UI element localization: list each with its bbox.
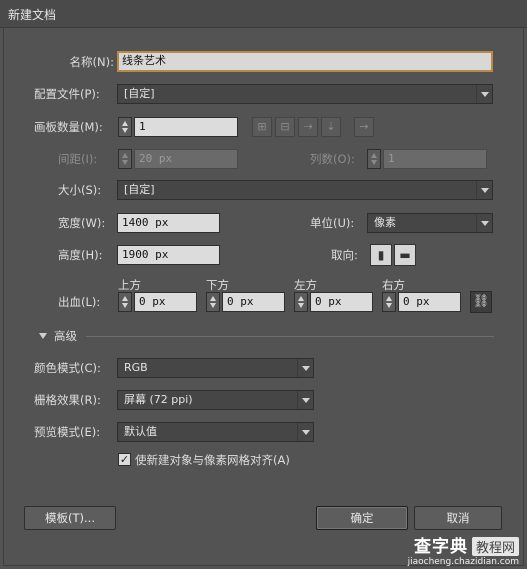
name-input[interactable]: 线条艺术 <box>117 51 493 72</box>
columns-label: 列数(O): <box>310 152 355 166</box>
chevron-down-icon <box>297 359 313 377</box>
chevron-down-icon <box>476 181 492 199</box>
artboards-stepper[interactable] <box>118 117 132 137</box>
width-label: 宽度(W): <box>58 216 106 230</box>
bleed-top-stepper[interactable] <box>118 292 132 312</box>
ok-button[interactable]: 确定 <box>316 506 408 530</box>
color-mode-label: 颜色模式(C): <box>34 361 101 375</box>
watermark-title: 查字典 <box>413 537 468 557</box>
bleed-left-stepper[interactable] <box>294 292 308 312</box>
landscape-orientation-icon[interactable]: ▬ <box>394 244 416 266</box>
raster-effects-value: 屏幕 (72 ppi) <box>124 393 193 406</box>
columns-stepper[interactable] <box>367 149 381 169</box>
arrange-by-column-icon[interactable]: ⇣ <box>321 117 341 137</box>
size-value: [自定] <box>124 183 155 196</box>
preview-mode-value: 默认值 <box>124 425 157 438</box>
bleed-left-input[interactable]: 0 px <box>310 292 373 312</box>
artboards-label: 画板数量(M): <box>34 120 103 134</box>
preview-mode-dropdown[interactable]: 默认值 <box>117 422 314 442</box>
size-label: 大小(S): <box>58 183 102 197</box>
grid-by-row-icon[interactable]: ⊞ <box>252 117 272 137</box>
width-input[interactable]: 1400 px <box>117 213 220 233</box>
chevron-down-icon <box>476 85 492 103</box>
units-label: 单位(U): <box>310 216 355 230</box>
bleed-right-stepper[interactable] <box>382 292 396 312</box>
watermark-url: jiaocheng.chazidian.com <box>407 557 519 567</box>
spacing-stepper[interactable] <box>118 149 132 169</box>
profile-label: 配置文件(P): <box>34 87 100 101</box>
link-bleed-icon[interactable]: ⛓ <box>470 291 492 313</box>
bleed-bottom-input[interactable]: 0 px <box>222 292 285 312</box>
color-mode-dropdown[interactable]: RGB <box>117 358 314 378</box>
height-label: 高度(H): <box>58 248 103 262</box>
preview-mode-label: 预览模式(E): <box>34 425 101 439</box>
color-mode-value: RGB <box>124 361 148 374</box>
bleed-right-input[interactable]: 0 px <box>398 292 461 312</box>
profile-value: [自定] <box>124 87 155 100</box>
raster-effects-label: 栅格效果(R): <box>34 393 101 407</box>
units-dropdown[interactable]: 像素 <box>367 213 493 233</box>
templates-button[interactable]: 模板(T)... <box>24 506 116 530</box>
spacing-label: 间距(I): <box>58 152 98 166</box>
chevron-down-icon <box>297 423 313 441</box>
window-title: 新建文档 <box>8 8 57 22</box>
right-to-left-layout-icon[interactable]: → <box>354 117 374 137</box>
chevron-down-icon <box>297 391 313 409</box>
profile-dropdown[interactable]: [自定] <box>117 84 493 104</box>
height-input[interactable]: 1900 px <box>117 245 220 265</box>
cancel-button[interactable]: 取消 <box>414 506 502 530</box>
arrange-by-row-icon[interactable]: ⇢ <box>298 117 318 137</box>
align-pixel-grid-label[interactable]: 使新建对象与像素网格对齐(A) <box>135 450 290 470</box>
chevron-down-icon <box>476 214 492 232</box>
title-bar[interactable]: 新建文档 <box>0 0 527 28</box>
bleed-top-input[interactable]: 0 px <box>134 292 197 312</box>
watermark-box: 教程网 <box>471 537 519 556</box>
advanced-label[interactable]: 高级 <box>54 326 77 346</box>
spacing-input[interactable]: 20 px <box>134 149 238 169</box>
size-dropdown[interactable]: [自定] <box>117 180 493 200</box>
orientation-label: 取向: <box>331 248 358 262</box>
site-watermark: 查字典 教程网 jiaocheng.chazidian.com <box>408 532 519 567</box>
name-label: 名称(N): <box>69 55 114 69</box>
bleed-bottom-stepper[interactable] <box>206 292 220 312</box>
artboards-input[interactable]: 1 <box>134 117 238 137</box>
advanced-divider <box>86 336 494 337</box>
columns-input[interactable]: 1 <box>383 149 487 169</box>
align-pixel-grid-checkbox[interactable]: ✓ <box>118 453 131 466</box>
portrait-orientation-icon[interactable]: ▮ <box>370 244 392 266</box>
raster-effects-dropdown[interactable]: 屏幕 (72 ppi) <box>117 390 314 410</box>
grid-by-column-icon[interactable]: ⊟ <box>275 117 295 137</box>
bleed-label: 出血(L): <box>58 295 101 309</box>
units-value: 像素 <box>374 216 396 229</box>
collapse-triangle-icon[interactable] <box>39 333 47 339</box>
